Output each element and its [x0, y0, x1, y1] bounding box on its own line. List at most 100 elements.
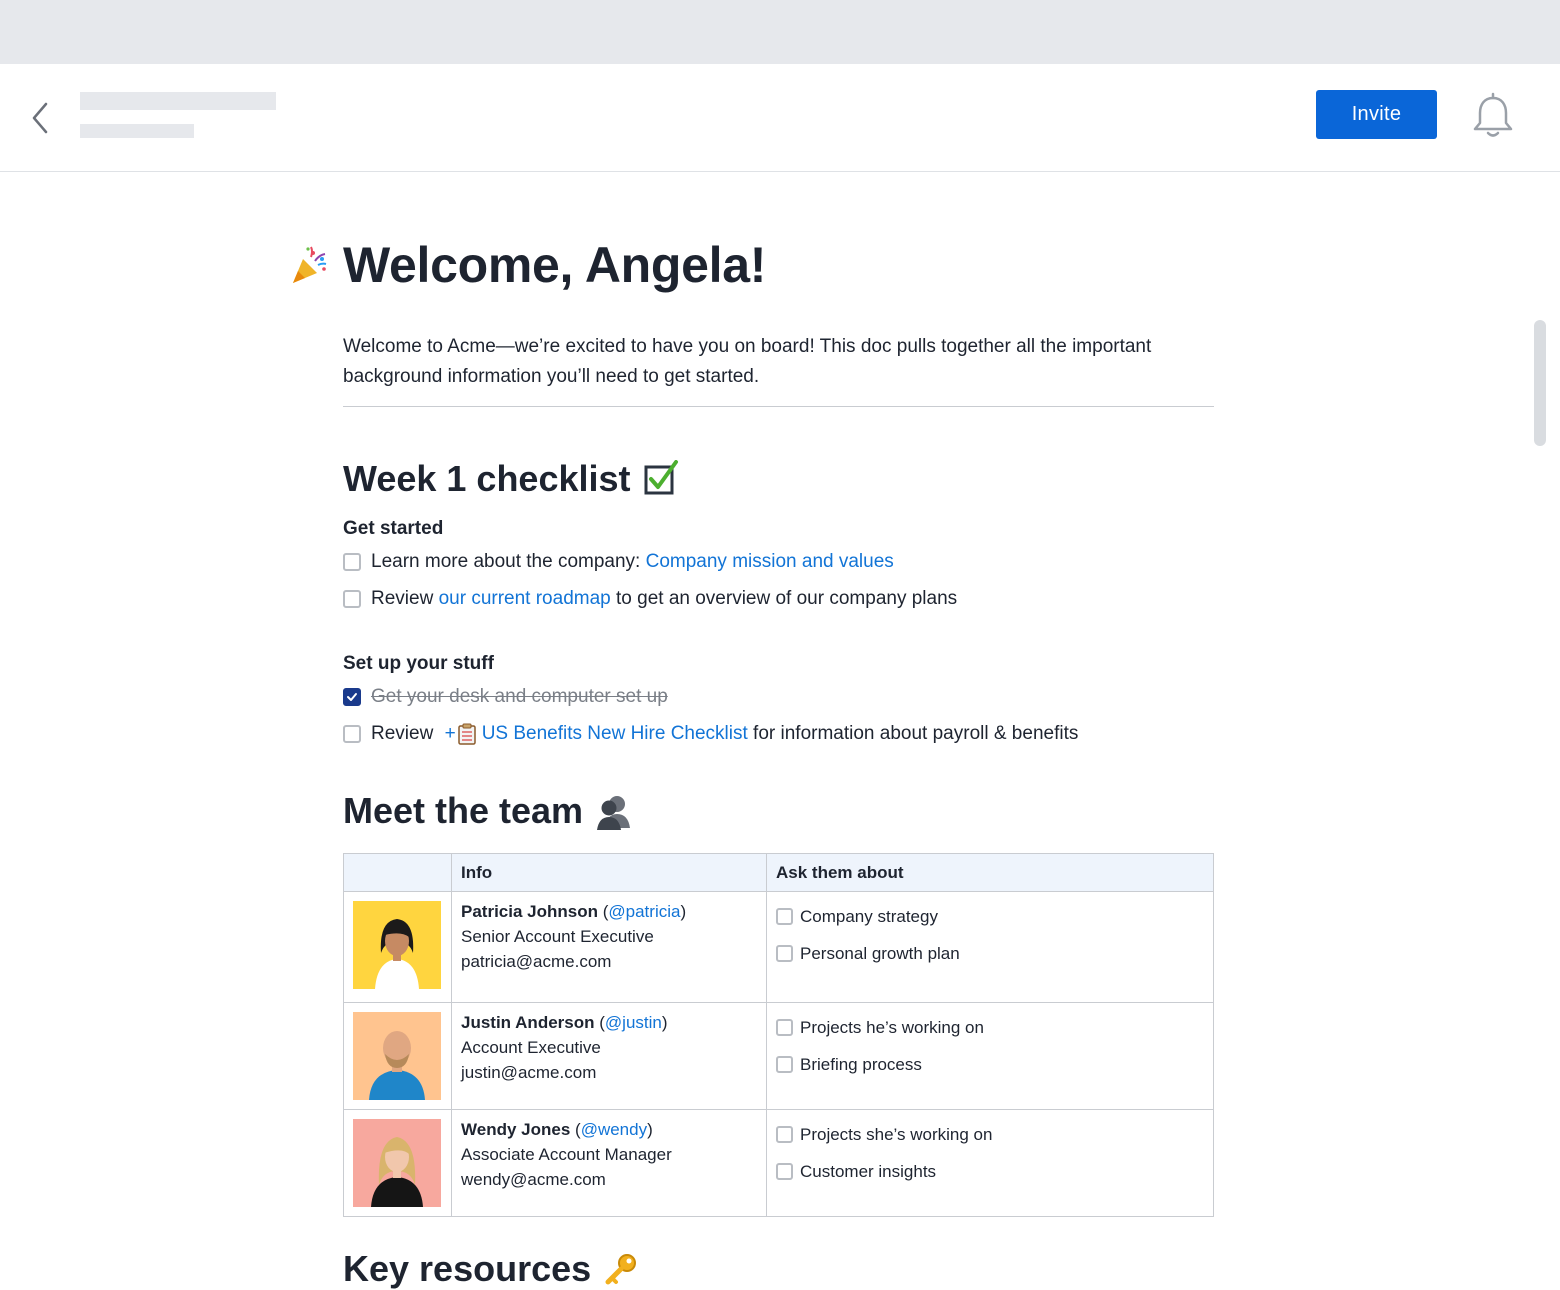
- member-name: Patricia Johnson: [461, 902, 598, 921]
- member-email: justin@acme.com: [461, 1063, 597, 1082]
- item-text: Learn more about the company:: [371, 551, 646, 572]
- get-started-heading: Get started: [343, 518, 444, 539]
- ask-text: Projects she’s working on: [800, 1125, 993, 1144]
- checkmark-icon: [347, 693, 357, 701]
- info-cell: Justin Anderson (@justin) Account Execut…: [451, 1002, 767, 1110]
- clipboard-icon: [457, 723, 476, 745]
- team-heading: Meet the team: [343, 790, 584, 831]
- party-popper-icon: [293, 246, 327, 283]
- ask-cell: Projects she’s working on Customer insig…: [766, 1109, 1214, 1217]
- ask-item: Projects she’s working on: [776, 1122, 1204, 1147]
- member-handle-link[interactable]: @justin: [605, 1013, 662, 1032]
- checkbox[interactable]: [776, 1056, 793, 1073]
- table-row: Wendy Jones (@wendy) Associate Account M…: [343, 1109, 1214, 1217]
- info-cell: Patricia Johnson (@patricia) Senior Acco…: [451, 891, 767, 1003]
- checkbox-checked[interactable]: [343, 688, 361, 706]
- setup-heading: Set up your stuff: [343, 653, 494, 674]
- member-handle-link[interactable]: @wendy: [581, 1120, 647, 1139]
- week1-heading: Week 1 checklist: [343, 458, 631, 499]
- checkbox[interactable]: [776, 945, 793, 962]
- member-name-line: Justin Anderson (@justin): [461, 1010, 757, 1035]
- ask-cell: Company strategy Personal growth plan: [766, 891, 1214, 1003]
- invite-button[interactable]: Invite: [1316, 90, 1437, 139]
- member-role: Associate Account Manager: [461, 1145, 672, 1164]
- ask-cell: Projects he’s working on Briefing proces…: [766, 1002, 1214, 1110]
- roadmap-link[interactable]: our current roadmap: [439, 588, 611, 610]
- table-row: Justin Anderson (@justin) Account Execut…: [343, 1002, 1214, 1110]
- column-header-ask: Ask them about: [766, 853, 1214, 892]
- checkbox[interactable]: [776, 1126, 793, 1143]
- checkbox[interactable]: [343, 725, 361, 743]
- check-box-icon: [644, 460, 678, 495]
- paren-close: ): [680, 902, 687, 921]
- member-name-line: Patricia Johnson (@patricia): [461, 899, 757, 924]
- member-role: Account Executive: [461, 1038, 601, 1057]
- member-email: wendy@acme.com: [461, 1170, 606, 1189]
- photo-cell: [343, 1002, 452, 1110]
- divider: [343, 406, 1214, 407]
- item-text: to get an overview of our company plans: [610, 588, 958, 609]
- checkbox[interactable]: [343, 553, 361, 571]
- member-handle-link[interactable]: @patricia: [608, 902, 680, 921]
- browser-top-strip: [0, 0, 1560, 64]
- title-placeholder: [80, 92, 276, 110]
- photo-cell: [343, 891, 452, 1003]
- ask-item: Company strategy: [776, 904, 1204, 929]
- ask-text: Projects he’s working on: [800, 1018, 984, 1037]
- ask-item: Projects he’s working on: [776, 1015, 1204, 1040]
- item-text: for information about payroll & benefits: [747, 723, 1079, 744]
- table-header-row: Info Ask them about: [343, 853, 1214, 892]
- page-title: Welcome, Angela!: [343, 237, 767, 293]
- checkbox[interactable]: [776, 1163, 793, 1180]
- avatar-justin: [353, 1012, 441, 1100]
- avatar-patricia: [353, 901, 441, 989]
- resources-heading-row: Key resources: [343, 1248, 639, 1290]
- item-text-done: Get your desk and computer set up: [371, 686, 668, 707]
- benefits-checklist-link[interactable]: US Benefits New Hire Checklist: [482, 723, 748, 745]
- column-header-info: Info: [451, 853, 767, 892]
- doc-header: Invite: [0, 64, 1560, 172]
- scrollbar[interactable]: [1534, 320, 1546, 446]
- ask-text: Company strategy: [800, 907, 938, 926]
- people-icon: [597, 796, 631, 830]
- checkbox[interactable]: [776, 908, 793, 925]
- ask-text: Customer insights: [800, 1162, 937, 1181]
- intro-paragraph: Welcome to Acme—we’re excited to have yo…: [343, 336, 1152, 387]
- back-icon[interactable]: [26, 98, 58, 138]
- subtitle-placeholder: [80, 124, 194, 138]
- item-text: Review: [371, 588, 439, 609]
- week1-heading-row: Week 1 checklist: [343, 458, 679, 500]
- ask-text: Personal growth plan: [800, 944, 960, 963]
- paren-close: ): [647, 1120, 653, 1139]
- title-row: Welcome, Angela!: [291, 236, 766, 294]
- checklist-item-benefits: Review + US Benefits New Hire Checklist …: [343, 723, 1078, 745]
- ask-item: Personal growth plan: [776, 941, 1204, 966]
- member-role: Senior Account Executive: [461, 927, 654, 946]
- team-heading-row: Meet the team: [343, 790, 633, 832]
- table-row: Patricia Johnson (@patricia) Senior Acco…: [343, 891, 1214, 1003]
- item-text: Review: [371, 723, 439, 744]
- plus-icon: +: [444, 723, 456, 744]
- bell-icon[interactable]: [1470, 92, 1516, 140]
- checklist-item-roadmap: Review our current roadmap to get an ove…: [343, 588, 957, 610]
- member-name: Wendy Jones: [461, 1120, 571, 1139]
- checklist-item-desk: Get your desk and computer set up: [343, 686, 668, 708]
- ask-item: Briefing process: [776, 1052, 1204, 1077]
- checklist-item-company: Learn more about the company: Company mi…: [343, 551, 894, 573]
- column-header-photo: [343, 853, 452, 892]
- resources-heading: Key resources: [343, 1248, 592, 1289]
- checkbox[interactable]: [776, 1019, 793, 1036]
- company-mission-link[interactable]: Company mission and values: [646, 551, 894, 573]
- checkbox[interactable]: [343, 590, 361, 608]
- avatar-wendy: [353, 1119, 441, 1207]
- member-email: patricia@acme.com: [461, 952, 612, 971]
- member-name: Justin Anderson: [461, 1013, 595, 1032]
- ask-text: Briefing process: [800, 1055, 922, 1074]
- ask-item: Customer insights: [776, 1159, 1204, 1184]
- paren-close: ): [661, 1013, 668, 1032]
- info-cell: Wendy Jones (@wendy) Associate Account M…: [451, 1109, 767, 1217]
- member-name-line: Wendy Jones (@wendy): [461, 1117, 757, 1142]
- team-table: Info Ask them about Patricia Johnson (@p…: [343, 853, 1214, 1217]
- photo-cell: [343, 1109, 452, 1217]
- key-icon: [605, 1254, 637, 1285]
